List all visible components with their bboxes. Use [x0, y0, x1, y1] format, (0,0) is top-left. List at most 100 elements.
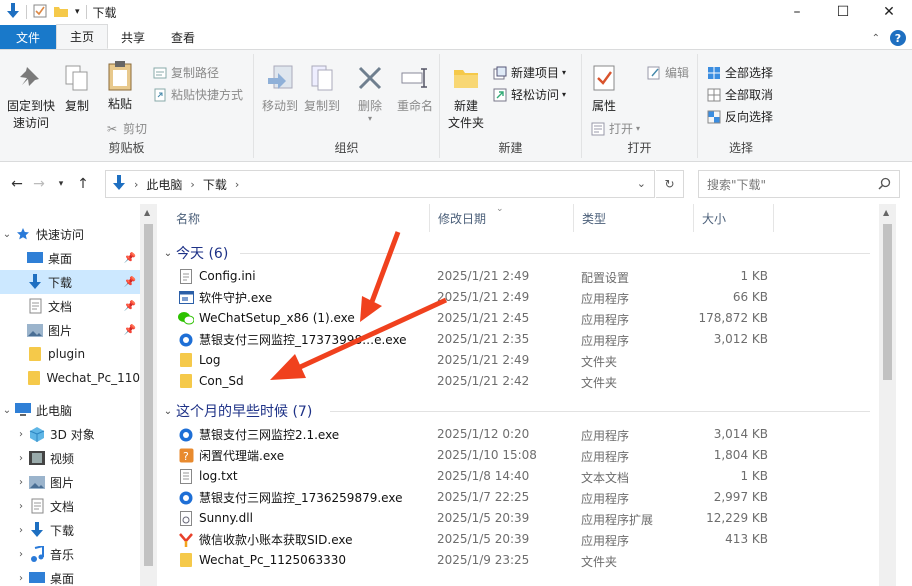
chevron-right-icon: › — [19, 476, 23, 488]
file-row[interactable]: Wechat_Pc_1125063330 2025/1/9 23:25 文件夹 — [160, 550, 880, 571]
breadcrumb-downloads[interactable]: 下载 — [203, 176, 227, 193]
invert-selection-button[interactable]: 反向选择 — [706, 108, 773, 125]
copy-to-button[interactable]: 复制到 — [302, 62, 342, 115]
cut-button[interactable]: ✂ 剪切 — [104, 120, 147, 137]
column-type[interactable]: 类型 — [574, 204, 694, 232]
properties-button[interactable]: 属性 — [586, 62, 622, 115]
properties-quick-icon[interactable] — [33, 4, 47, 21]
nav-item-3d-objects[interactable]: › 3D 对象 — [0, 422, 140, 446]
pin-quick-access-button[interactable]: 固定到快 速访问 — [4, 62, 58, 132]
filelist-scrollbar[interactable]: ▲ — [879, 204, 896, 586]
file-row[interactable]: Config.ini 2025/1/21 2:49 配置设置 1 KB — [160, 266, 880, 287]
file-row[interactable]: log.txt 2025/1/8 14:40 文本文档 1 KB — [160, 466, 880, 487]
file-name: 慧银支付三网监控_17373998…e.exe — [199, 333, 407, 347]
breadcrumb-this-pc[interactable]: 此电脑 — [146, 176, 182, 193]
file-row[interactable]: WeChatSetup_x86 (1).exe 2025/1/21 2:45 应用程… — [160, 308, 880, 329]
file-row[interactable]: 软件守护.exe 2025/1/21 2:49 应用程序 66 KB — [160, 287, 880, 308]
column-name[interactable]: 名称 — [168, 204, 430, 232]
easy-access-button[interactable]: 轻松访问 ▾ — [492, 86, 566, 103]
tab-file[interactable]: 文件 — [0, 25, 56, 49]
search-input[interactable]: 搜索"下载" — [698, 170, 900, 198]
breadcrumb-separator-icon: › — [190, 177, 195, 191]
column-size[interactable]: 大小 — [694, 204, 774, 232]
copy-path-button[interactable]: 复制路径 — [152, 64, 219, 81]
file-row[interactable]: 微信收款小账本获取SID.exe 2025/1/5 20:39 应用程序 413 KB — [160, 529, 880, 550]
file-row[interactable]: 慧银支付三网监控2.1.exe 2025/1/12 0:20 应用程序 3,014 K… — [160, 424, 880, 445]
filelist-scroll-thumb[interactable] — [883, 224, 892, 380]
up-arrow-icon[interactable]: ↑ — [72, 176, 94, 192]
edit-button[interactable]: 编辑 — [646, 64, 689, 81]
pin-icon[interactable]: 📌 — [124, 325, 136, 336]
nav-item-pc-desktop[interactable]: › 桌面 — [0, 566, 140, 586]
nav-item-desktop[interactable]: 桌面 📌 — [0, 246, 140, 270]
scroll-up-icon[interactable]: ▲ — [144, 208, 150, 217]
back-arrow-icon[interactable]: ← — [6, 176, 28, 192]
select-all-button[interactable]: 全部选择 — [706, 64, 773, 81]
nav-item-pictures[interactable]: 图片 📌 — [0, 318, 140, 342]
file-row[interactable]: Log 2025/1/21 2:49 文件夹 — [160, 350, 880, 371]
move-to-button[interactable]: 移动到 — [260, 62, 300, 115]
chevron-up-icon[interactable]: ⌃ — [872, 33, 880, 44]
pin-icon[interactable]: 📌 — [124, 301, 136, 312]
group-label: 今天 (6) — [176, 246, 229, 262]
paste-button[interactable]: 粘贴 — [100, 60, 140, 113]
file-name-cell: Sunny.dll — [178, 510, 253, 526]
maximize-button[interactable]: ☐ — [820, 0, 866, 24]
address-bar[interactable]: › 此电脑 › 下载 › ⌄ — [105, 170, 655, 198]
nav-item-plugin[interactable]: plugin — [0, 342, 140, 366]
tab-view[interactable]: 查看 — [158, 25, 208, 49]
blue-circle-app-icon — [178, 427, 194, 443]
minimize-button[interactable]: – — [774, 0, 820, 24]
file-name: Config.ini — [199, 269, 256, 283]
copy-button[interactable]: 复制 — [60, 62, 94, 115]
nav-item-wechat-pc[interactable]: Wechat_Pc_110 — [0, 366, 140, 390]
folder-icon — [178, 352, 194, 368]
chevron-down-icon: ▾ — [562, 68, 567, 77]
new-folder-quick-icon[interactable] — [53, 4, 69, 21]
group-header[interactable]: ⌄ 今天 (6) — [160, 242, 880, 264]
file-row[interactable]: ? 闲置代理端.exe 2025/1/10 15:08 应用程序 1,804 KB — [160, 445, 880, 466]
blue-circle-app-icon — [178, 332, 194, 348]
nav-item-music[interactable]: › 音乐 — [0, 542, 140, 566]
nav-item-pc-documents[interactable]: › 文档 — [0, 494, 140, 518]
group-header[interactable]: ⌄ 这个月的早些时候 (7) — [160, 400, 880, 422]
navpane-scrollbar[interactable]: ▲ — [140, 204, 157, 586]
scroll-up-icon[interactable]: ▲ — [883, 208, 889, 217]
file-row[interactable]: Con_Sd 2025/1/21 2:42 文件夹 — [160, 371, 880, 392]
nav-item-videos[interactable]: › 视频 — [0, 446, 140, 470]
close-button[interactable]: ✕ — [866, 0, 912, 24]
nav-quick-access[interactable]: ⌄ 快速访问 — [0, 222, 140, 246]
tab-share[interactable]: 共享 — [108, 25, 158, 49]
file-name: log.txt — [199, 469, 238, 483]
refresh-button[interactable]: ↻ — [656, 170, 684, 198]
download-arrow-icon — [6, 2, 20, 22]
delete-button[interactable]: 删除 ▾ — [352, 62, 388, 123]
nav-item-documents[interactable]: 文档 📌 — [0, 294, 140, 318]
paste-shortcut-button[interactable]: 粘贴快捷方式 — [152, 86, 243, 103]
file-row[interactable]: Sunny.dll 2025/1/5 20:39 应用程序扩展 12,229 KB — [160, 508, 880, 529]
organize-group-label: 组织 — [334, 141, 359, 155]
nav-this-pc[interactable]: ⌄ 此电脑 — [0, 398, 140, 422]
new-item-button[interactable]: 新建项目 ▾ — [492, 64, 566, 81]
tab-home[interactable]: 主页 — [56, 24, 109, 49]
open-button[interactable]: 打开 ▾ — [590, 120, 640, 137]
pin-icon[interactable]: 📌 — [124, 253, 136, 264]
recent-locations-icon[interactable]: ▾ — [50, 179, 72, 189]
select-none-button[interactable]: 全部取消 — [706, 86, 773, 103]
nav-item-pc-pictures[interactable]: › 图片 — [0, 470, 140, 494]
customize-quick-access-icon[interactable]: ▾ — [75, 7, 80, 17]
nav-item-downloads[interactable]: 下载 📌 — [0, 270, 140, 294]
file-row[interactable]: 慧银支付三网监控_1736259879.exe 2025/1/7 22:25 应用程… — [160, 487, 880, 508]
nav-item-pc-downloads[interactable]: › 下载 — [0, 518, 140, 542]
new-folder-button[interactable]: 新建 文件夹 — [444, 62, 488, 132]
rename-button[interactable]: 重命名 — [392, 62, 438, 115]
address-dropdown-icon[interactable]: ⌄ — [637, 177, 646, 190]
pin-icon[interactable]: 📌 — [124, 277, 136, 288]
window-title: 下载 — [92, 5, 117, 20]
file-name-cell: log.txt — [178, 468, 238, 484]
help-icon[interactable]: ? — [890, 30, 906, 46]
forward-arrow-icon[interactable]: → — [28, 176, 50, 192]
file-name-cell: Log — [178, 352, 220, 368]
navpane-scroll-thumb[interactable] — [144, 224, 153, 566]
file-row[interactable]: 慧银支付三网监控_17373998…e.exe 2025/1/21 2:35 应用程… — [160, 329, 880, 350]
